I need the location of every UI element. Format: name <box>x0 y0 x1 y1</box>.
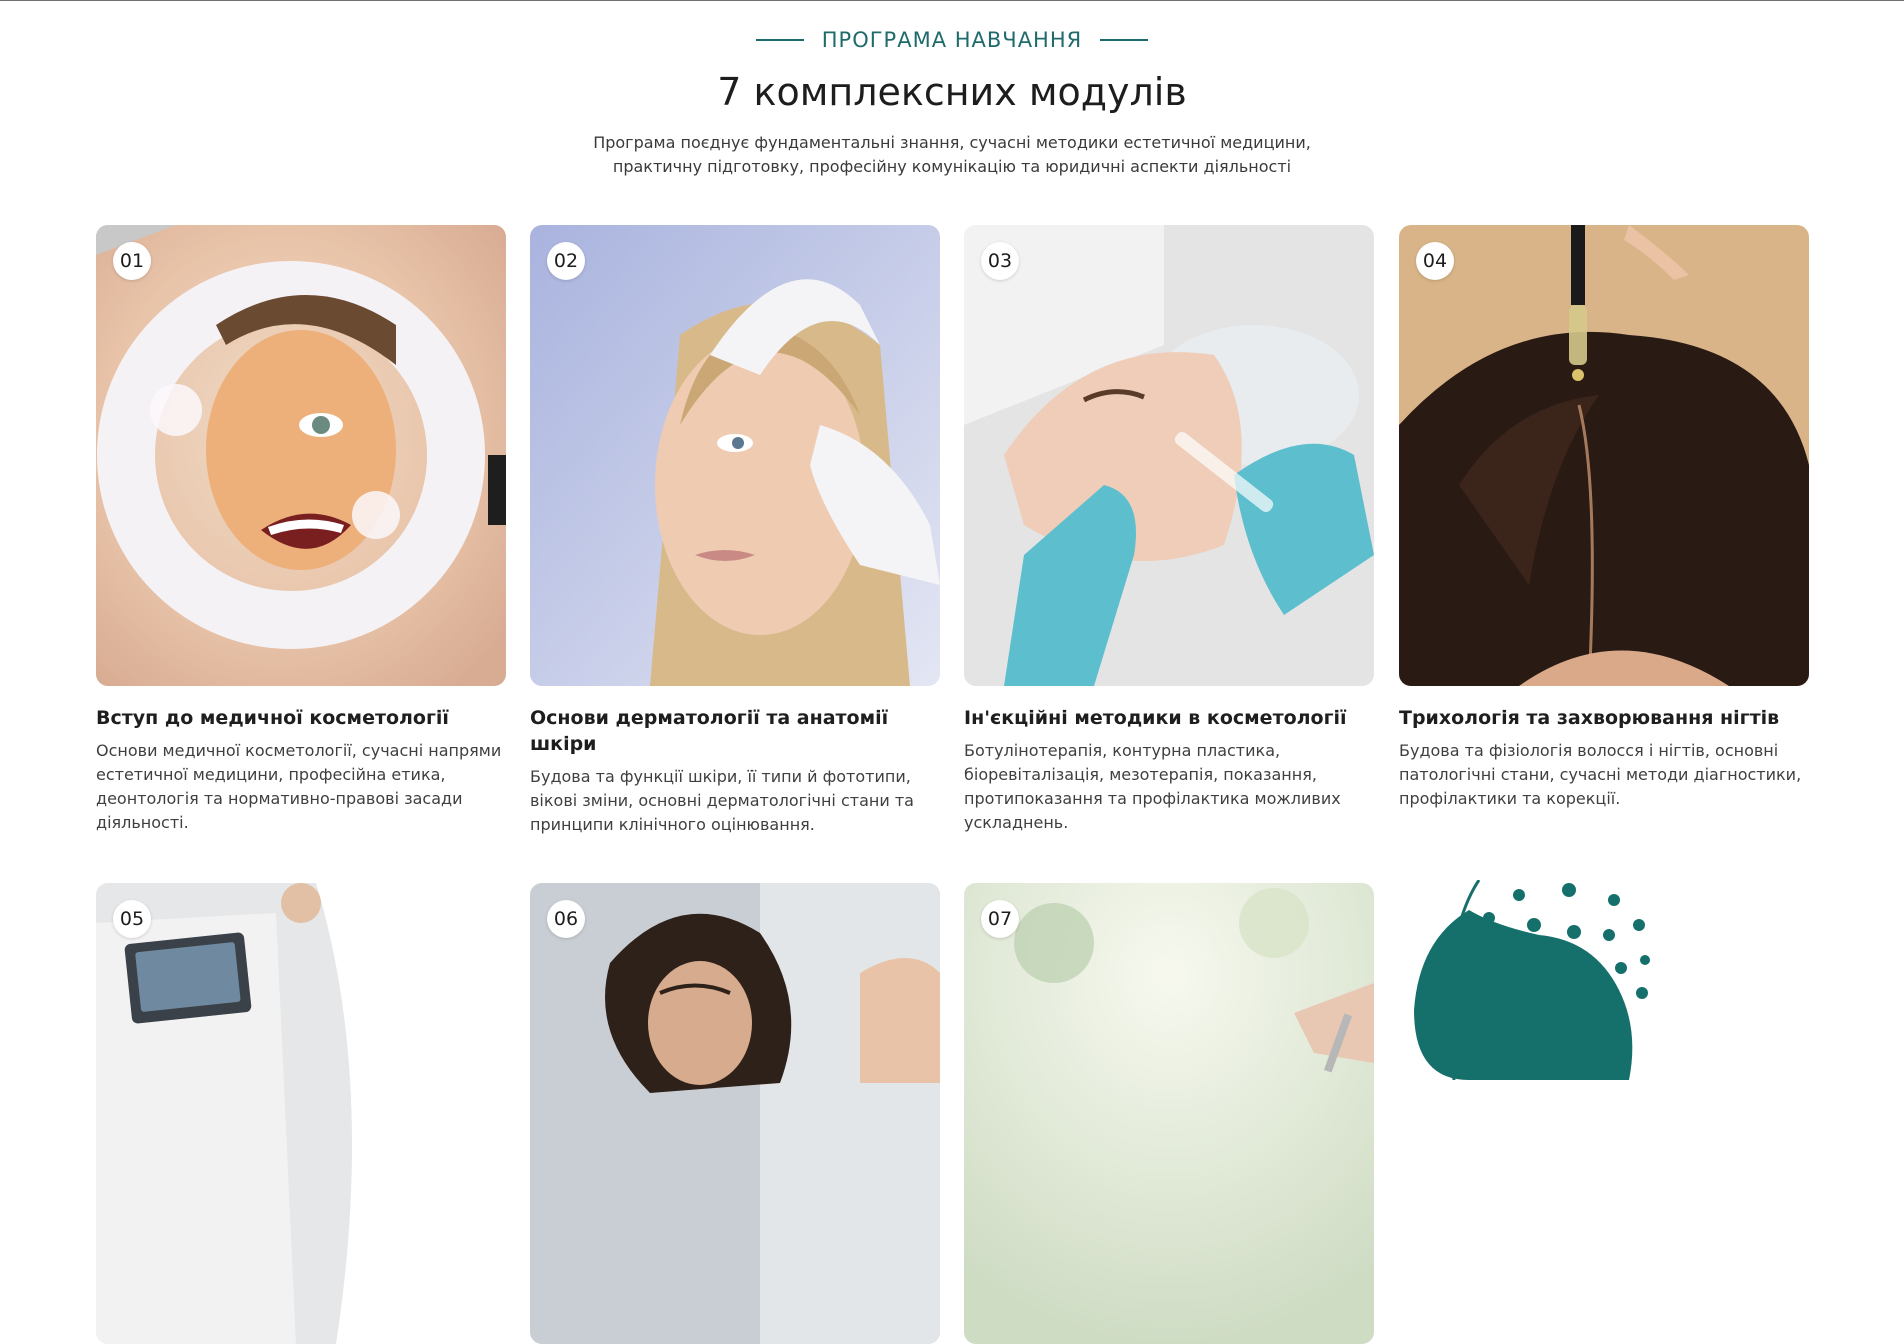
module-description: Основи медичної косметології, сучасні на… <box>96 741 502 832</box>
section-subtitle: Програма поєднує фундаментальні знання, … <box>593 133 1311 176</box>
module-image-06: 06 <box>530 883 940 1344</box>
module-title[interactable]: Основи дерматології та анатомії шкіри <box>530 705 940 757</box>
module-image-04: 04 <box>1399 225 1809 686</box>
module-number-badge: 03 <box>981 242 1019 280</box>
module-image-01: 01 <box>96 225 506 686</box>
module-description: Будова та функції шкіри, її типи й фотот… <box>530 767 914 834</box>
module-description: Будова та фізіологія волосся і нігтів, о… <box>1399 741 1802 808</box>
module-card-06[interactable]: 06 <box>530 883 940 1344</box>
module-number-badge: 05 <box>113 900 151 938</box>
top-divider <box>0 0 1904 1</box>
section-eyebrow: ПРОГРАМА НАВЧАННЯ <box>0 28 1904 52</box>
decorative-leaf-icon <box>1414 880 1650 1080</box>
eyebrow-line-left <box>755 39 804 41</box>
module-card-01[interactable]: 01 Вступ до медичної косметології Основи… <box>96 225 506 835</box>
module-number-badge: 04 <box>1416 242 1454 280</box>
module-number-badge: 02 <box>547 242 585 280</box>
eyebrow-line-right <box>1100 39 1149 41</box>
module-description: Ботулінотерапія, контурна пластика, біор… <box>964 741 1341 832</box>
module-title[interactable]: Трихологія та захворювання нігтів <box>1399 705 1809 731</box>
module-image-03: 03 <box>964 225 1374 686</box>
module-image-05: 05 <box>96 883 506 1344</box>
module-card-02[interactable]: 02 Основи дерматології та анатомії шкіри… <box>530 225 940 837</box>
module-number-badge: 07 <box>981 900 1019 938</box>
module-title[interactable]: Ін'єкційні методики в косметології <box>964 705 1374 731</box>
module-card-03[interactable]: 03 Ін'єкційні методики в косметології Бо… <box>964 225 1374 835</box>
module-card-05[interactable]: 05 <box>96 883 506 1344</box>
module-number-badge: 01 <box>113 242 151 280</box>
module-image-07: 07 <box>964 883 1374 1344</box>
module-image-02: 02 <box>530 225 940 686</box>
module-title[interactable]: Вступ до медичної косметології <box>96 705 506 731</box>
module-card-07[interactable]: 07 <box>964 883 1374 1344</box>
eyebrow-text: ПРОГРАМА НАВЧАННЯ <box>821 28 1083 52</box>
section-title: 7 комплексних модулів <box>717 70 1187 114</box>
module-number-badge: 06 <box>547 900 585 938</box>
module-card-04[interactable]: 04 Трихологія та захворювання нігтів Буд… <box>1399 225 1809 811</box>
